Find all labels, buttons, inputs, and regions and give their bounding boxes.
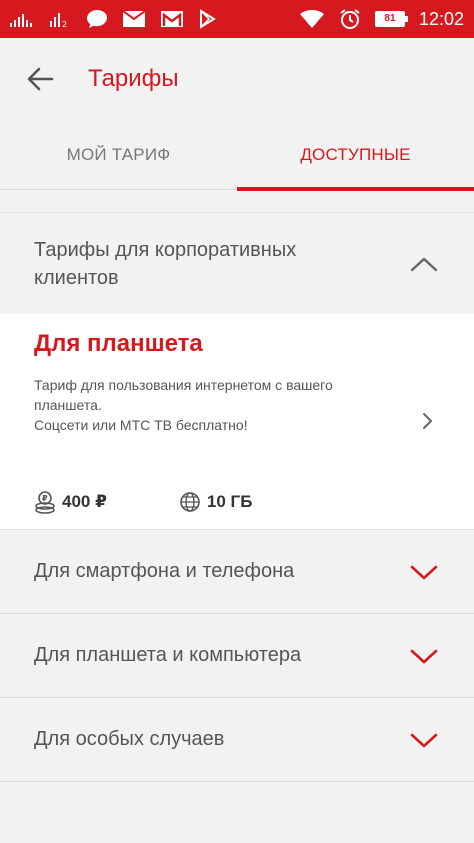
gmail-icon [160,10,184,28]
section-label: Для особых случаев [34,728,225,750]
chevron-right-icon[interactable] [422,412,434,430]
play-store-icon [198,9,218,29]
tariff-data-value: 10 ГБ [206,492,253,511]
chevron-down-icon [410,564,438,580]
page-title: Тарифы [88,65,179,92]
tariff-card[interactable]: Для планшета Тариф для пользования интер… [0,314,474,530]
tariff-card-title: Для планшета [34,330,203,357]
back-button[interactable] [0,38,80,120]
tab-available[interactable]: ДОСТУПНЫЕ [237,120,474,191]
section-label: Для планшета и компьютера [34,644,302,666]
section-title: Тарифы для корпоративных клиентов [34,238,297,289]
chevron-up-icon [410,256,438,272]
status-bar: 2 81 12:02 [0,0,474,38]
tariff-price: ₽ 400 ₽ [34,490,107,514]
mail-icon [122,10,146,28]
alarm-icon [339,8,361,30]
tariff-card-stats: ₽ 400 ₽ 10 ГБ [34,490,324,514]
section-corporate-header[interactable]: Тарифы для корпоративных клиентов [0,212,474,314]
tariff-card-description: Тариф для пользования интернетом с вашег… [34,375,374,435]
description-line: планшета. [34,397,102,413]
battery-icon: 81 [374,11,408,27]
signal-bars-2-icon: 2 [50,11,72,27]
clock-time: 12:02 [418,8,464,29]
app-bar: Тарифы [0,38,474,120]
chevron-down-icon [410,732,438,748]
coins-icon: ₽ [35,491,55,514]
chat-bubble-icon [86,9,108,29]
section-label: Для смартфона и телефона [34,560,295,582]
tab-my-tariff[interactable]: МОЙ ТАРИФ [0,120,237,190]
tariff-list: Тарифы для корпоративных клиентов Для пл… [0,212,474,782]
section-special-cases[interactable]: Для особых случаев [0,698,474,782]
arrow-back-icon [27,67,54,91]
tab-bar: МОЙ ТАРИФ ДОСТУПНЫЕ [0,120,474,191]
wifi-icon [299,9,325,29]
description-line: Тариф для пользования интернетом с вашег… [34,377,333,393]
section-smartphone[interactable]: Для смартфона и телефона [0,530,474,614]
tariff-price-value: 400 ₽ [62,492,107,511]
svg-text:2: 2 [62,20,67,27]
description-line: Соцсети или МТС ТВ бесплатно! [34,417,248,433]
tariff-data: 10 ГБ [179,491,253,513]
chevron-down-icon [410,648,438,664]
signal-bars-icon [10,11,36,27]
svg-text:₽: ₽ [42,494,48,503]
globe-icon [180,492,200,512]
section-tablet-computer[interactable]: Для планшета и компьютера [0,614,474,698]
